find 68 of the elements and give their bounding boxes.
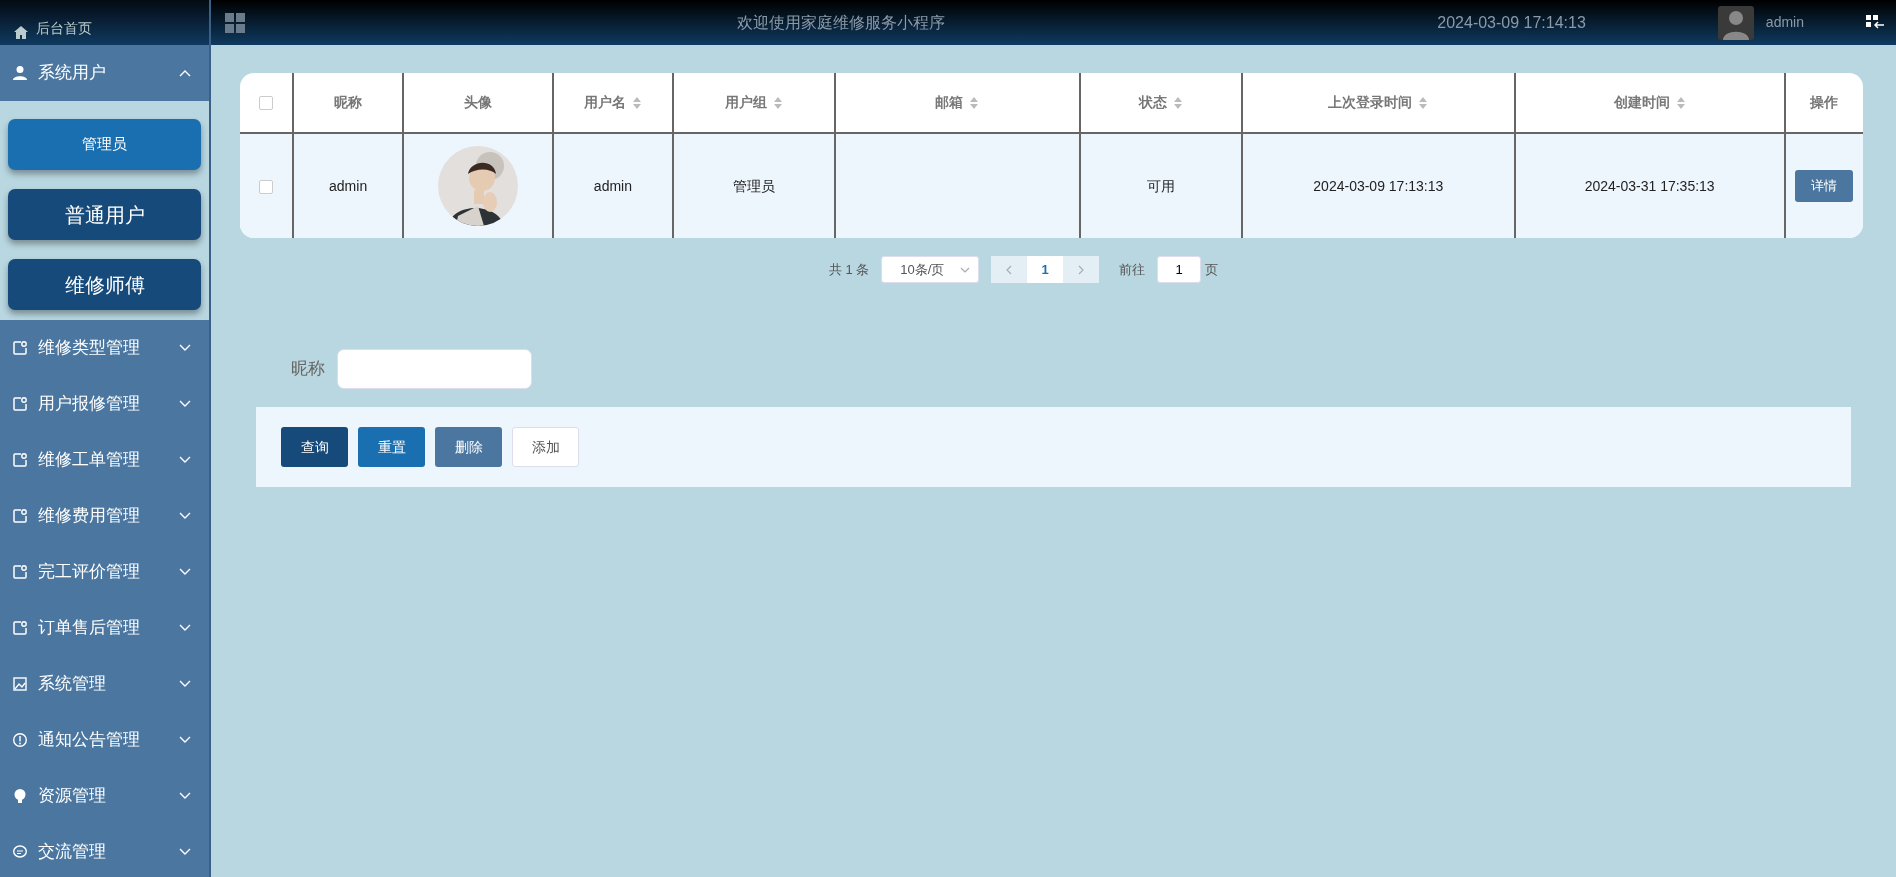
table-cell: 2024-03-09 17:13:13 [1313, 177, 1444, 194]
chevron-down-icon [960, 266, 971, 273]
image-icon [12, 676, 28, 692]
goto-label: 前往 [1119, 260, 1146, 279]
user-name[interactable]: admin [1765, 12, 1804, 33]
user-icon [12, 65, 28, 81]
grid-icon[interactable] [225, 12, 245, 33]
note-icon [12, 620, 28, 636]
chevron-right-icon [1078, 264, 1085, 275]
bulb-icon [12, 788, 28, 804]
table-cell: admin [329, 177, 368, 194]
menu-item[interactable]: 维修类型管理 [0, 320, 209, 376]
column-header[interactable]: 用户名 [583, 94, 626, 110]
submenu-button[interactable]: 普通用户 [8, 189, 201, 240]
menu-item[interactable]: 订单售后管理 [0, 600, 209, 656]
action-button[interactable]: 添加 [512, 427, 579, 467]
page-size-select[interactable]: 10条/页 [881, 256, 980, 283]
home-icon [14, 26, 28, 39]
note-icon [12, 564, 28, 580]
note-icon [12, 508, 28, 524]
page-suffix: 页 [1205, 260, 1219, 279]
page-title: 欢迎使用家庭维修服务小程序 [736, 12, 947, 33]
column-header[interactable]: 状态 [1139, 94, 1168, 110]
note-icon [12, 452, 28, 468]
action-button[interactable]: 删除 [435, 427, 502, 467]
column-header[interactable]: 创建时间 [1613, 94, 1670, 110]
column-header[interactable]: 昵称 [334, 94, 363, 110]
menu-item[interactable]: 系统管理 [0, 656, 209, 712]
note-icon [12, 340, 28, 356]
avatar-icon [1717, 5, 1754, 40]
nickname-field[interactable] [337, 349, 532, 389]
submenu-button[interactable]: 管理员 [8, 119, 201, 170]
prev-page-button[interactable] [991, 256, 1028, 283]
menu-item[interactable]: 维修工单管理 [0, 432, 209, 488]
field-label: 昵称 [291, 358, 325, 381]
column-header[interactable]: 操作 [1810, 94, 1839, 110]
menu-item[interactable]: 用户报修管理 [0, 376, 209, 432]
datetime-text: 2024-03-09 17:14:13 [1437, 12, 1586, 33]
menu-item[interactable]: 维修费用管理 [0, 488, 209, 544]
alert-icon [12, 732, 28, 748]
column-header[interactable]: 上次登录时间 [1328, 94, 1413, 110]
action-button[interactable]: 重置 [358, 427, 425, 467]
column-header[interactable]: 用户组 [724, 94, 767, 110]
menu-item[interactable]: 系统用户 [0, 45, 209, 101]
column-header[interactable]: 邮箱 [935, 94, 964, 110]
next-page-button[interactable] [1063, 256, 1100, 283]
collapse-icon[interactable] [1866, 14, 1884, 31]
chevron-left-icon [1006, 264, 1013, 275]
menu-item[interactable]: 通知公告管理 [0, 712, 209, 768]
table-cell: 2024-03-31 17:35:13 [1584, 177, 1715, 194]
total-count: 共 1 条 [828, 260, 870, 279]
note-icon [12, 396, 28, 412]
checkbox[interactable] [259, 96, 274, 111]
detail-button[interactable]: 详情 [1795, 170, 1854, 202]
table-cell: 可用 [1147, 177, 1176, 194]
checkbox[interactable] [259, 179, 274, 194]
page-input[interactable]: 1 [1157, 256, 1202, 283]
page-number[interactable]: 1 [1027, 256, 1064, 283]
menu-item[interactable]: 资源管理 [0, 768, 209, 824]
column-header[interactable]: 头像 [464, 94, 493, 110]
home-link[interactable]: 后台首页 [36, 18, 92, 39]
submenu-button[interactable]: 维修师傅 [8, 259, 201, 310]
action-button[interactable]: 查询 [281, 427, 348, 467]
table-cell: 管理员 [732, 177, 775, 194]
chat-icon [12, 844, 28, 860]
table-cell: admin [593, 177, 632, 194]
menu-item[interactable]: 交流管理 [0, 824, 209, 877]
menu-item[interactable]: 完工评价管理 [0, 544, 209, 600]
